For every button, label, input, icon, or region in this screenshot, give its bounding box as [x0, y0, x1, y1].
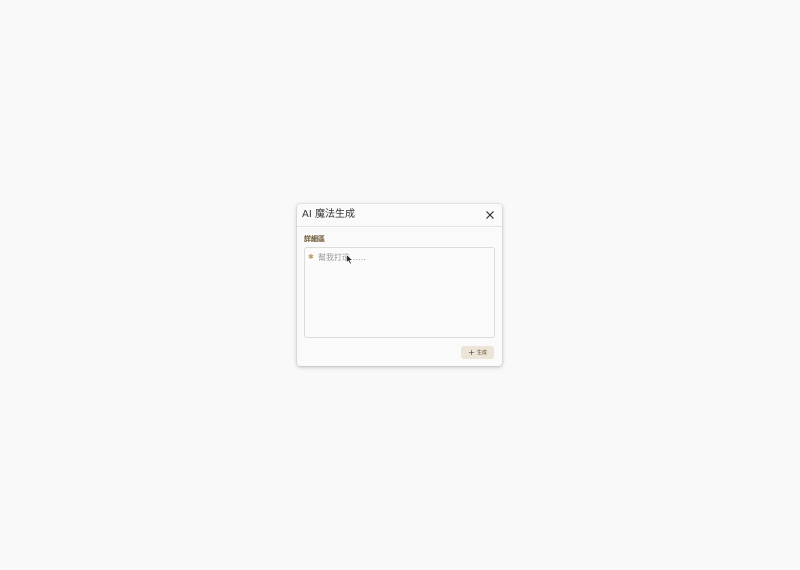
dialog-title: AI 魔法生成: [302, 209, 355, 220]
close-button[interactable]: [484, 209, 496, 221]
generate-button-label: 生成: [476, 349, 487, 356]
mouse-cursor-icon: [346, 254, 354, 265]
close-icon: [486, 211, 494, 219]
generate-button[interactable]: + 生成: [461, 346, 494, 359]
prompt-placeholder: 幫我打造……: [318, 253, 366, 262]
page-background: AI 魔法生成 詳細區 ✱ 幫我打造…… + 生成: [0, 0, 800, 570]
ai-magic-dialog: AI 魔法生成 詳細區 ✱ 幫我打造…… + 生成: [297, 204, 502, 366]
field-label: 詳細區: [304, 235, 325, 243]
dialog-header: AI 魔法生成: [297, 204, 502, 227]
sparkle-icon: ✱: [308, 253, 314, 261]
prompt-textarea[interactable]: ✱ 幫我打造……: [304, 247, 495, 338]
plus-icon: +: [468, 347, 475, 357]
